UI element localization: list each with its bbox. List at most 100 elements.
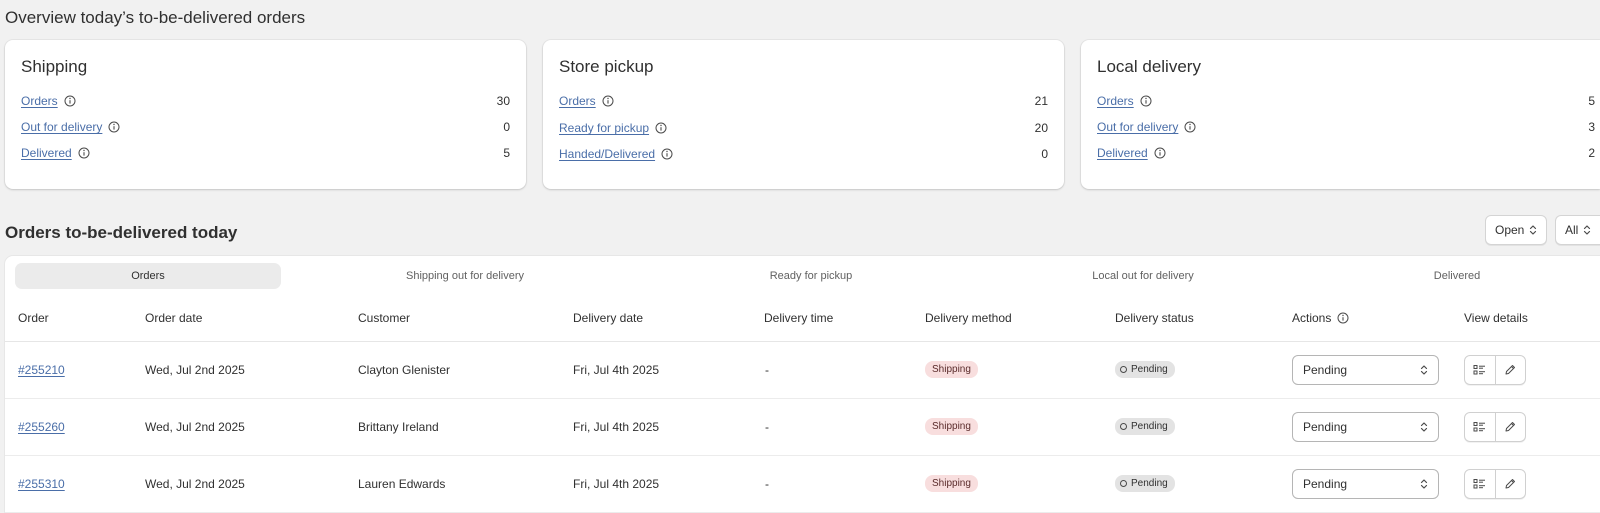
order-link[interactable]: #255260 [18,420,65,434]
action-select[interactable]: Pending [1292,412,1439,442]
chevron-up-down-icon [1529,224,1537,236]
tab-shipping-out-for-delivery[interactable]: Shipping out for delivery [335,263,595,289]
order-link[interactable]: #255210 [18,363,65,377]
page-title: Overview today’s to-be-delivered orders [5,8,306,27]
stat-value: 0 [503,120,510,134]
column-header: View details [1464,311,1528,325]
stat-value: 0 [1041,147,1048,161]
scope-filter-button[interactable]: All [1555,215,1600,245]
stat-row-orders: Orders 5 [1097,91,1595,111]
column-header[interactable]: Delivery date [573,311,643,325]
shipping-out-for-delivery-link[interactable]: Out for delivery [21,120,102,134]
shipping-delivered-link[interactable]: Delivered [21,146,72,160]
action-select[interactable]: Pending [1292,469,1439,499]
info-icon[interactable] [1154,147,1166,159]
delivery-date: Fri, Jul 4th 2025 [573,420,660,434]
stat-row-delivered: Delivered 5 [21,143,510,163]
stat-value: 2 [1588,146,1595,160]
pickup-handed-link[interactable]: Handed/Delivered [559,147,655,161]
delivery-time: - [765,420,769,434]
stat-value: 21 [1034,94,1048,108]
pencil-icon[interactable] [1494,413,1526,441]
store-pickup-card: Store pickup Orders 21 Ready for pickup … [543,40,1064,189]
view-details-buttons [1464,412,1526,442]
info-icon[interactable] [1184,121,1196,133]
column-header[interactable]: Order date [145,311,202,325]
info-icon[interactable] [1337,312,1349,324]
table-header: Order Order date Customer Delivery date … [5,296,1600,342]
stat-row-orders: Orders 30 [21,91,510,111]
order-date: Wed, Jul 2nd 2025 [145,420,245,434]
action-select-value: Pending [1303,420,1348,434]
chevron-up-down-icon [1583,224,1591,236]
delivery-method-badge: Shipping [925,361,978,378]
table-row: #255210 Wed, Jul 2nd 2025 Clayton Glenis… [5,342,1600,399]
pending-circle-icon [1120,480,1127,487]
action-select[interactable]: Pending [1292,355,1439,385]
action-select-value: Pending [1303,477,1348,491]
tab-orders[interactable]: Orders [15,263,281,289]
info-icon[interactable] [1140,95,1152,107]
card-title: Shipping [21,57,88,76]
info-icon[interactable] [661,148,673,160]
customer-name: Lauren Edwards [358,477,446,491]
column-header[interactable]: Delivery time [764,311,833,325]
info-icon[interactable] [64,95,76,107]
local-out-for-delivery-link[interactable]: Out for delivery [1097,120,1178,134]
card-title: Local delivery [1097,57,1201,76]
column-header[interactable]: Delivery status [1115,311,1194,325]
local-delivery-card: Local delivery Orders 5 Out for delivery… [1081,40,1600,189]
chevron-up-down-icon [1420,421,1428,433]
stat-row-out-for-delivery: Out for delivery 0 [21,117,510,137]
pickup-orders-link[interactable]: Orders [559,94,596,108]
tab-delivered[interactable]: Delivered [1327,263,1587,289]
stat-value: 30 [496,94,510,108]
customer-name: Clayton Glenister [358,363,451,377]
stat-value: 5 [503,146,510,160]
column-header[interactable]: Order [18,311,49,325]
column-header[interactable]: Delivery method [925,311,1012,325]
shipping-card: Shipping Orders 30 Out for delivery 0 De… [5,40,526,189]
info-icon[interactable] [78,147,90,159]
local-delivered-link[interactable]: Delivered [1097,146,1148,160]
scope-filter-label: All [1565,223,1579,237]
pending-circle-icon [1120,423,1127,430]
stat-row-ready-for-pickup: Ready for pickup 20 [559,118,1048,138]
info-icon[interactable] [655,122,667,134]
orders-table: Orders Shipping out for delivery Ready f… [5,256,1600,513]
delivery-time: - [765,477,769,491]
stat-value: 20 [1034,121,1048,135]
chevron-up-down-icon [1420,478,1428,490]
delivery-method-badge: Shipping [925,418,978,435]
list-details-icon[interactable] [1465,470,1495,498]
pickup-ready-link[interactable]: Ready for pickup [559,121,649,135]
pencil-icon[interactable] [1494,356,1526,384]
table-row: #255310 Wed, Jul 2nd 2025 Lauren Edwards… [5,456,1600,513]
status-filter-button[interactable]: Open [1485,215,1548,245]
card-title: Store pickup [559,57,654,76]
stat-row-orders: Orders 21 [559,91,1048,111]
tab-bar: Orders Shipping out for delivery Ready f… [5,256,1600,292]
delivery-status-badge: Pending [1115,418,1175,435]
order-link[interactable]: #255310 [18,477,65,491]
shipping-orders-link[interactable]: Orders [21,94,58,108]
delivery-time: - [765,363,769,377]
list-details-icon[interactable] [1465,413,1495,441]
section-title: Orders to-be-delivered today [5,223,238,242]
order-date: Wed, Jul 2nd 2025 [145,363,245,377]
list-details-icon[interactable] [1465,356,1495,384]
pencil-icon[interactable] [1494,470,1526,498]
delivery-date: Fri, Jul 4th 2025 [573,363,660,377]
stat-row-out-for-delivery: Out for delivery 3 [1097,117,1595,137]
tab-ready-for-pickup[interactable]: Ready for pickup [681,263,941,289]
delivery-status-badge: Pending [1115,361,1175,378]
tab-local-out-for-delivery[interactable]: Local out for delivery [1013,263,1273,289]
info-icon[interactable] [602,95,614,107]
stat-value: 5 [1588,94,1595,108]
column-header[interactable]: Customer [358,311,410,325]
info-icon[interactable] [108,121,120,133]
order-date: Wed, Jul 2nd 2025 [145,477,245,491]
local-orders-link[interactable]: Orders [1097,94,1134,108]
view-details-buttons [1464,355,1526,385]
chevron-up-down-icon [1420,364,1428,376]
